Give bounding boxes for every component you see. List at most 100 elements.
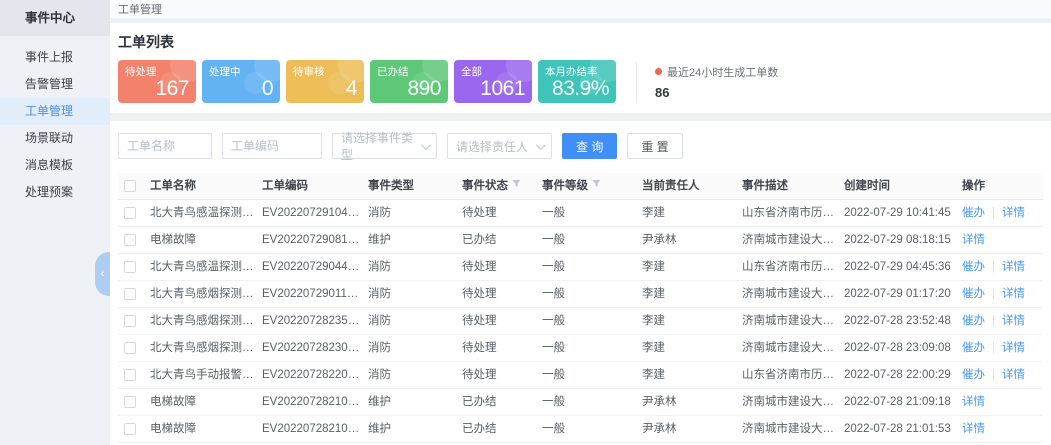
row-checkbox-cell (118, 308, 148, 335)
cell-code: EV20220728235233362 (260, 308, 366, 335)
stat-card-label: 待审核 (293, 64, 325, 79)
row-checkbox[interactable] (124, 342, 136, 354)
sidebar-collapse-handle[interactable]: ‹ (95, 252, 110, 296)
cell-status: 待处理 (460, 200, 540, 227)
column-header: 当前责任人 (640, 173, 740, 200)
cell-type: 消防 (366, 362, 460, 389)
cell-desc: 山东省济南市历下区济南... (740, 200, 842, 227)
cell-level: 一般 (540, 281, 640, 308)
cell-name: 北大青鸟手动报警按钮故障 (148, 362, 260, 389)
sidebar-item[interactable]: 处理预案 (0, 179, 110, 206)
row-action-link[interactable]: 催办 (962, 288, 985, 300)
chevron-left-icon: ‹ (101, 268, 105, 280)
cell-code: EV20220729104130123 (260, 200, 366, 227)
cell-time: 2022-07-28 22:00:29 (842, 362, 960, 389)
row-checkbox[interactable] (124, 207, 136, 219)
row-action-link[interactable]: 催办 (962, 369, 985, 381)
column-header-label: 操作 (962, 180, 985, 192)
stat-card-label: 已办结 (377, 64, 409, 79)
owner-select[interactable]: 请选择责任人 (447, 133, 552, 159)
column-header: 事件状态 (460, 173, 540, 200)
reset-button[interactable]: 重 置 (627, 133, 682, 159)
cell-type: 消防 (366, 254, 460, 281)
table-row: 北大青鸟感烟探测器故障EV20220729011706036消防待处理一般李建济… (118, 281, 1043, 308)
action-separator: | (992, 369, 995, 381)
row-action-link[interactable]: 催办 (962, 342, 985, 354)
row-action-link[interactable]: 详情 (1002, 369, 1025, 381)
sidebar-item[interactable]: 事件上报 (0, 44, 110, 71)
cell-owner: 尹承林 (640, 416, 740, 443)
row-action-link[interactable]: 详情 (1002, 342, 1025, 354)
cell-status: 待处理 (460, 308, 540, 335)
row-checkbox[interactable] (124, 369, 136, 381)
column-header-label: 工单编码 (262, 180, 308, 192)
row-action-link[interactable]: 催办 (962, 207, 985, 219)
stat-card-label: 处理中 (209, 64, 241, 79)
stat-card: 本月办结率83.9% (538, 60, 616, 103)
column-header-label: 工单名称 (150, 180, 196, 192)
row-action-link[interactable]: 催办 (962, 261, 985, 273)
cell-code: EV20220728220014871 (260, 362, 366, 389)
breadcrumb: 工单管理 (110, 0, 1051, 19)
sidebar-item[interactable]: 告警管理 (0, 71, 110, 98)
stats-row: 待处理167处理中0待审核4已办结890全部1061本月办结率83.9% 最近2… (118, 60, 1043, 103)
cell-time: 2022-07-28 23:52:48 (842, 308, 960, 335)
stat-card-value: 1061 (480, 77, 525, 101)
cell-level: 一般 (540, 362, 640, 389)
order-code-input[interactable] (222, 133, 322, 159)
row-checkbox[interactable] (124, 234, 136, 246)
sidebar-item[interactable]: 消息模板 (0, 152, 110, 179)
table-row: 北大青鸟感烟探测器故障EV20220728230853750消防待处理一般李建济… (118, 335, 1043, 362)
filter-funnel-icon[interactable] (592, 179, 601, 188)
cell-owner: 尹承林 (640, 227, 740, 254)
cell-name: 北大青鸟感温探测器故障 (148, 254, 260, 281)
column-header-label: 事件等级 (542, 180, 588, 192)
search-button[interactable]: 查 询 (562, 133, 617, 159)
row-action-link[interactable]: 详情 (1002, 207, 1025, 219)
row-checkbox[interactable] (124, 315, 136, 327)
worklist-summary-panel: 工单列表 待处理167处理中0待审核4已办结890全部1061本月办结率83.9… (110, 23, 1051, 113)
row-checkbox[interactable] (124, 396, 136, 408)
cell-type: 维护 (366, 389, 460, 416)
row-checkbox-cell (118, 227, 148, 254)
row-action-link[interactable]: 详情 (1002, 315, 1025, 327)
row-action-link[interactable]: 详情 (1002, 261, 1025, 273)
column-header: 工单名称 (148, 173, 260, 200)
filter-bar: 请选择事件类型 请选择责任人 查 询 重 置 (118, 133, 1043, 159)
table-row: 电梯故障EV20220728210138787维护已办结一般尹承林济南城市建设大… (118, 416, 1043, 443)
cell-owner: 尹承林 (640, 389, 740, 416)
event-type-select[interactable]: 请选择事件类型 (332, 133, 437, 159)
column-header-label: 创建时间 (844, 180, 890, 192)
stat-card-value: 167 (155, 77, 189, 101)
row-action-link[interactable]: 详情 (962, 423, 985, 435)
sidebar-item[interactable]: 场景联动 (0, 125, 110, 152)
cell-time: 2022-07-29 08:18:15 (842, 227, 960, 254)
cell-time: 2022-07-29 04:45:36 (842, 254, 960, 281)
cell-level: 一般 (540, 335, 640, 362)
column-header: 操作 (960, 173, 1043, 200)
order-name-input[interactable] (118, 133, 212, 159)
row-action-link[interactable]: 催办 (962, 315, 985, 327)
row-checkbox[interactable] (124, 288, 136, 300)
cell-code: EV20220728210138787 (260, 416, 366, 443)
row-action-link[interactable]: 详情 (1002, 288, 1025, 300)
filter-funnel-icon[interactable] (512, 179, 521, 188)
cell-actions: 催办|详情 (960, 335, 1043, 362)
cell-code: EV20220728210903424 (260, 389, 366, 416)
cell-type: 消防 (366, 200, 460, 227)
row-action-link[interactable]: 详情 (962, 234, 985, 246)
table-row: 北大青鸟感温探测器故障EV20220729104130123消防待处理一般李建山… (118, 200, 1043, 227)
table-row: 北大青鸟感烟探测器故障EV20220728235233362消防待处理一般李建济… (118, 308, 1043, 335)
select-all-checkbox[interactable] (124, 180, 136, 192)
cell-name: 电梯故障 (148, 389, 260, 416)
app-window: 事件中心 事件上报告警管理工单管理场景联动消息模板处理预案 ‹ 工单管理 工单列… (0, 0, 1051, 445)
row-checkbox[interactable] (124, 261, 136, 273)
row-checkbox-cell (118, 362, 148, 389)
sidebar-item[interactable]: 工单管理 (0, 98, 110, 125)
row-checkbox[interactable] (124, 423, 136, 435)
action-separator: | (992, 261, 995, 273)
action-separator: | (992, 207, 995, 219)
cell-type: 维护 (366, 416, 460, 443)
row-action-link[interactable]: 详情 (962, 396, 985, 408)
breadcrumb-item[interactable]: 工单管理 (118, 1, 162, 17)
